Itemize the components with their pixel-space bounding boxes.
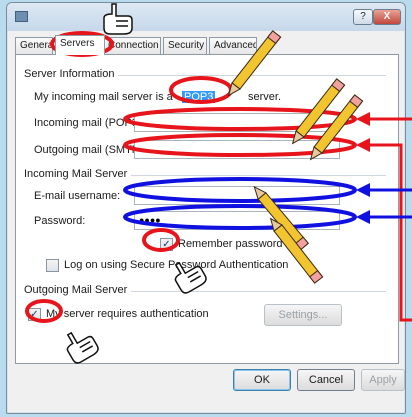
server-info-title: Server Information xyxy=(24,68,119,80)
spa-label: Log on using Secure Password Authenticat… xyxy=(64,259,289,271)
spa-checkbox[interactable] xyxy=(46,259,59,272)
tab-servers[interactable]: Servers xyxy=(55,35,105,55)
server-auth-label: My server requires authentication xyxy=(46,308,209,320)
ok-button[interactable]: OK xyxy=(233,369,291,391)
account-properties-dialog: ? X General Servers Connection Security … xyxy=(6,2,406,414)
incoming-type-value: POP3 xyxy=(182,91,216,103)
password-label: Password: xyxy=(34,215,86,227)
username-label: E-mail username: xyxy=(34,190,121,202)
incoming-type-suffix: server. xyxy=(248,91,282,103)
remember-password-label: Remember password xyxy=(178,238,283,250)
password-field[interactable]: ●●●● xyxy=(134,211,340,230)
tab-general[interactable]: General xyxy=(15,37,53,54)
settings-button[interactable]: Settings... xyxy=(264,304,342,326)
window-icon xyxy=(15,11,28,22)
incoming-type-prefix: My incoming mail server is a xyxy=(34,91,173,103)
tab-connection[interactable]: Connection xyxy=(103,37,161,54)
apply-button[interactable]: Apply xyxy=(361,369,405,391)
tab-security[interactable]: Security xyxy=(163,37,207,54)
incoming-server-title: Incoming Mail Server xyxy=(24,168,132,180)
outgoing-server-label: Outgoing mail (SMTP): xyxy=(34,144,146,156)
close-button[interactable]: X xyxy=(373,9,401,25)
incoming-server-label: Incoming mail (POP3): xyxy=(34,117,145,129)
cancel-button[interactable]: Cancel xyxy=(297,369,355,391)
servers-panel: Server Information My incoming mail serv… xyxy=(15,54,399,364)
tab-advanced[interactable]: Advanced xyxy=(209,37,257,54)
incoming-server-field[interactable] xyxy=(134,113,340,132)
help-button[interactable]: ? xyxy=(353,9,373,25)
remember-password-checkbox[interactable]: ✓ xyxy=(160,238,173,251)
outgoing-server-title: Outgoing Mail Server xyxy=(24,284,132,296)
server-auth-checkbox[interactable]: ✓ xyxy=(28,308,41,321)
username-field[interactable] xyxy=(134,186,340,205)
title-bar: ? X xyxy=(7,3,405,31)
outgoing-server-field[interactable] xyxy=(134,140,340,159)
